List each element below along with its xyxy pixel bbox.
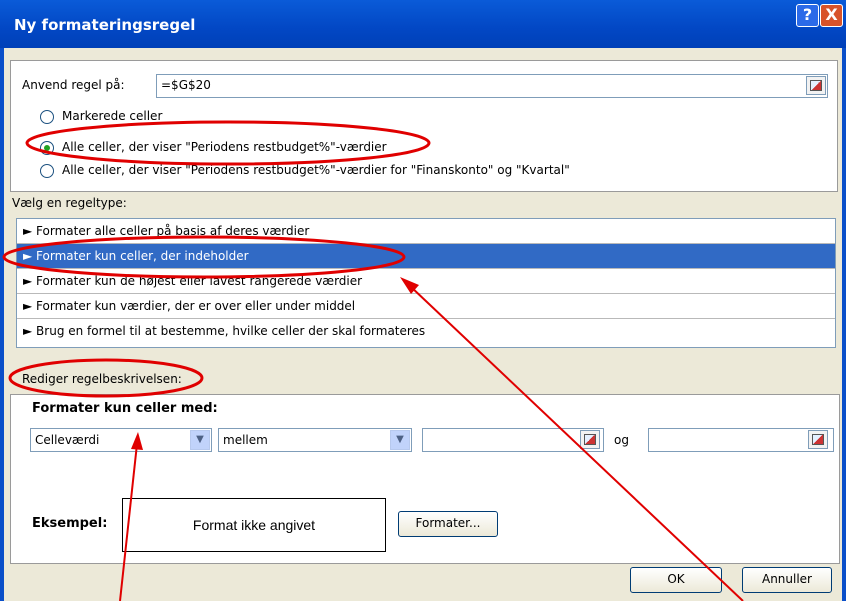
- annotation-arrowhead: [131, 432, 143, 450]
- annotation-arrow: [119, 443, 138, 601]
- annotation-ellipse: [8, 358, 204, 398]
- annotation-ellipse: [25, 120, 431, 166]
- annotation-overlay: [2, 120, 744, 601]
- annotation-ellipse: [2, 235, 406, 279]
- annotation-arrow: [409, 285, 744, 601]
